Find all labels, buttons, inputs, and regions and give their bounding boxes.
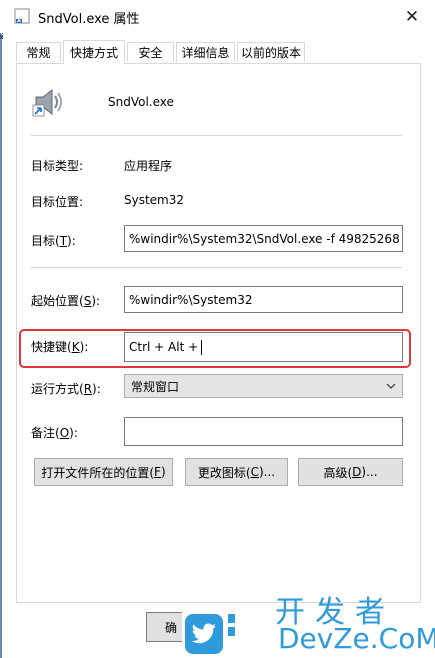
target-field-text: %windir%\System32\SndVol.exe -f 49825268	[129, 231, 400, 246]
tab-label: 以前的版本	[240, 46, 301, 60]
shortcut-name: SndVol.exe	[108, 95, 174, 109]
tab-details[interactable]: 详细信息	[176, 42, 235, 62]
start-in-label: 起始位置(S):	[31, 294, 101, 308]
target-location-label: 目标位置:	[31, 195, 84, 209]
tab-label: 详细信息	[181, 46, 230, 60]
run-mode-value: 常规窗口	[131, 379, 180, 394]
open-file-location-button[interactable]: 打开文件所在的位置(F)	[34, 458, 173, 486]
target-field[interactable]: %windir%\System32\SndVol.exe -f 49825268	[124, 225, 403, 252]
change-icon-button[interactable]: 更改图标(C)...	[185, 458, 288, 486]
tab-security[interactable]: 安全	[127, 42, 174, 62]
target-type-value: 应用程序	[124, 159, 173, 173]
tab-general[interactable]: 常规	[16, 42, 61, 62]
ok-button-label: 确	[164, 620, 177, 635]
tab-shortcut[interactable]: 快捷方式	[63, 40, 125, 64]
window-edge	[0, 0, 2, 658]
close-button[interactable]: ✕	[389, 0, 435, 33]
run-label: 运行方式(R):	[31, 382, 101, 396]
start-in-field-text: %windir%\System32	[129, 292, 253, 307]
tab-label: 常规	[26, 46, 51, 60]
watermark-logo-en: DevZe.CoM	[278, 622, 435, 655]
tab-label: 安全	[138, 46, 163, 60]
target-label: 目标(T):	[31, 234, 76, 248]
tab-label: 快捷方式	[69, 46, 118, 60]
watermark-mark	[228, 614, 235, 623]
advanced-button[interactable]: 高级(D)...	[298, 458, 403, 486]
twitter-bird-icon	[185, 614, 223, 654]
shortcut-file-icon	[14, 8, 30, 24]
target-location-value: System32	[124, 193, 185, 207]
close-icon: ✕	[404, 6, 420, 27]
divider	[31, 135, 402, 136]
tab-previous-versions[interactable]: 以前的版本	[237, 42, 305, 62]
run-mode-select[interactable]: 常规窗口	[124, 374, 403, 398]
title-bar: SndVol.exe 属性 ✕	[0, 0, 435, 33]
speaker-app-icon	[32, 88, 62, 117]
window-title: SndVol.exe 属性	[38, 12, 140, 27]
target-type-label: 目标类型:	[31, 159, 84, 173]
divider	[31, 267, 402, 268]
comment-field[interactable]	[124, 417, 403, 446]
watermark-mark	[228, 627, 235, 636]
start-in-field[interactable]: %windir%\System32	[124, 286, 403, 313]
highlight-annotation	[19, 329, 411, 368]
chevron-down-icon	[386, 383, 396, 389]
comment-label: 备注(O):	[31, 426, 78, 440]
